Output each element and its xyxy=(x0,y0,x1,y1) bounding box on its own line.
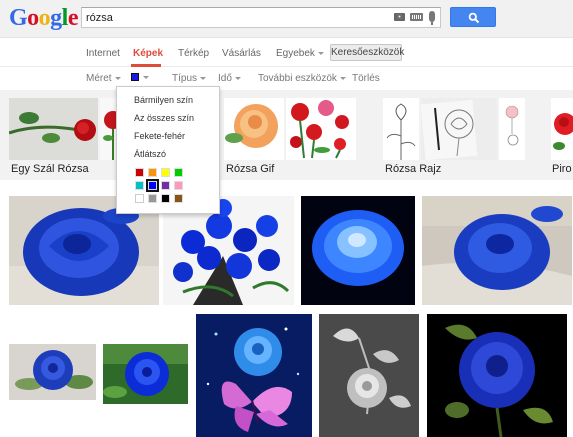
camera-icon[interactable] xyxy=(394,13,405,21)
color-filter[interactable] xyxy=(129,72,153,85)
keyboard-icon[interactable] xyxy=(410,13,423,21)
related-thumb-rose-drawing-2[interactable] xyxy=(421,98,497,160)
search-box xyxy=(81,7,441,28)
image-result[interactable] xyxy=(319,314,419,437)
search-icon xyxy=(468,12,480,24)
related-label[interactable]: Egy Szál Rózsa xyxy=(11,163,89,175)
related-label[interactable]: Piro xyxy=(552,163,572,175)
color-swatch-pink[interactable] xyxy=(174,181,183,190)
chevron-down-icon xyxy=(317,51,324,55)
chevron-down-icon xyxy=(200,76,207,80)
type-filter-label: Típus xyxy=(172,73,198,84)
color-swatch-brown[interactable] xyxy=(174,194,183,203)
color-swatch-orange[interactable] xyxy=(148,168,157,177)
search-button[interactable] xyxy=(450,7,496,27)
color-swatch-gray[interactable] xyxy=(148,194,157,203)
image-result[interactable] xyxy=(422,196,572,305)
related-thumb-single-rose[interactable] xyxy=(9,98,98,160)
tab-shopping[interactable]: Vásárlás xyxy=(222,48,261,59)
color-option-black-white[interactable]: Fekete-fehér xyxy=(134,131,185,141)
search-input[interactable] xyxy=(86,10,386,26)
logo-letter: o xyxy=(27,5,39,31)
related-label[interactable]: Rózsa Rajz xyxy=(385,163,441,175)
related-thumb-red-rose[interactable] xyxy=(551,98,573,160)
color-swatch-green[interactable] xyxy=(174,168,183,177)
tab-more-label: Egyebek xyxy=(276,48,315,59)
tab-more[interactable]: Egyebek xyxy=(276,48,324,59)
related-thumb-rose-gif[interactable] xyxy=(224,98,284,160)
image-result[interactable] xyxy=(427,314,567,437)
color-swatch-blue[interactable] xyxy=(146,179,159,192)
color-option-any[interactable]: Bármilyen szín xyxy=(134,95,193,105)
chevron-down-icon xyxy=(114,76,121,80)
color-swatch-yellow[interactable] xyxy=(161,168,170,177)
logo-letter: o xyxy=(38,5,51,31)
logo-letter: G xyxy=(9,5,28,31)
time-filter[interactable]: Idő xyxy=(218,73,241,84)
image-result[interactable] xyxy=(9,344,96,400)
related-label[interactable]: Rózsa Gif xyxy=(226,163,274,175)
related-thumb-rose-drawing-3[interactable] xyxy=(499,98,525,160)
image-result[interactable] xyxy=(103,344,188,404)
chevron-down-icon xyxy=(234,76,241,80)
tab-maps[interactable]: Térkép xyxy=(178,48,209,59)
color-swatch-white[interactable] xyxy=(135,194,144,203)
clear-filters-link[interactable]: Törlés xyxy=(352,73,380,84)
tab-internet[interactable]: Internet xyxy=(86,48,120,59)
logo-letter: g xyxy=(50,5,62,31)
tab-images[interactable]: Képek xyxy=(133,48,163,59)
search-tools-row: Méret Típus Idő További eszközök Törlés xyxy=(0,68,573,90)
google-logo[interactable]: Google xyxy=(9,5,79,31)
related-searches: Egy Szál Rózsa Rózsa Gif Rózsa Rajz Piro xyxy=(0,90,573,180)
search-tools-button[interactable]: Keresőeszközök xyxy=(330,44,404,61)
color-option-full-color[interactable]: Az összes szín xyxy=(134,113,194,123)
size-filter-label: Méret xyxy=(86,73,112,84)
more-tools-filter[interactable]: További eszközök xyxy=(258,73,346,84)
color-swatch-purple[interactable] xyxy=(161,181,170,190)
search-nav: Internet Képek Térkép Vásárlás Egyebek K… xyxy=(0,39,573,67)
image-result[interactable] xyxy=(301,196,415,305)
color-option-transparent[interactable]: Átlátszó xyxy=(134,149,166,159)
time-filter-label: Idő xyxy=(218,73,232,84)
chevron-down-icon xyxy=(339,76,346,80)
color-swatch-red[interactable] xyxy=(135,168,144,177)
color-swatch-black[interactable] xyxy=(161,194,170,203)
more-tools-label: További eszközök xyxy=(258,73,337,84)
logo-letter: e xyxy=(67,5,79,31)
related-thumb-rose-drawing[interactable] xyxy=(383,98,419,160)
size-filter[interactable]: Méret xyxy=(86,73,121,84)
color-dropdown-menu: Bármilyen szín Az összes szín Fekete-feh… xyxy=(116,86,220,214)
related-thumb-rose-gif-2[interactable] xyxy=(286,98,356,160)
top-bar: Google xyxy=(0,0,573,38)
selected-color-swatch xyxy=(131,73,139,81)
microphone-icon[interactable] xyxy=(429,11,435,25)
type-filter[interactable]: Típus xyxy=(172,73,207,84)
chevron-down-icon xyxy=(143,76,149,79)
color-swatch-teal[interactable] xyxy=(135,181,144,190)
image-result[interactable] xyxy=(196,314,312,437)
active-tab-indicator xyxy=(131,64,161,67)
